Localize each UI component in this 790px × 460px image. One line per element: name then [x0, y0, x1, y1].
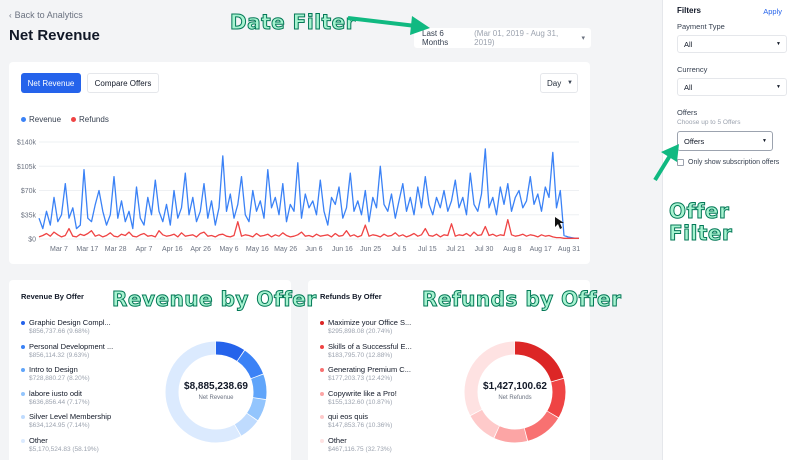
y-tick-label: $0	[28, 237, 36, 244]
filters-sidebar: Filters Apply Payment Type All ▼ Currenc…	[653, 0, 790, 460]
currency-value: All	[684, 82, 693, 92]
page-title: Net Revenue	[9, 27, 100, 44]
x-tick-label: Apr 26	[190, 246, 211, 253]
subscription-only-label: Only show subscription offers	[688, 159, 780, 166]
revenue-total: $8,885,238.69	[184, 381, 248, 392]
refunds-total-label: Net Refunds	[498, 395, 532, 401]
series-line-revenue	[38, 148, 579, 239]
revenue-donut-center: $8,885,238.69 Net Revenue	[166, 381, 266, 401]
x-tick-label: Jul 21	[446, 246, 465, 253]
annotation-arrow-date	[347, 16, 430, 35]
x-tick-label: May 6	[219, 246, 238, 253]
revenue-chart-card: Net Revenue Compare Offers Day ▼ Revenue…	[9, 62, 590, 264]
x-tick-label: Aug 8	[503, 246, 521, 253]
x-tick-label: Jun 16	[332, 246, 353, 253]
x-tick-label: Jul 5	[392, 246, 407, 253]
x-tick-label: May 16	[246, 246, 269, 253]
y-tick-label: $105k	[17, 164, 37, 171]
currency-label: Currency	[677, 65, 708, 74]
revenue-total-label: Net Revenue	[198, 395, 234, 401]
payment-type-value: All	[684, 39, 693, 49]
payment-type-label: Payment Type	[677, 22, 725, 31]
offers-select[interactable]: Offers ▼	[677, 131, 773, 151]
annotation-refunds-by-offer: Refunds by Offer	[421, 287, 622, 312]
annotation-offer-filter-line1: Offer	[668, 199, 730, 223]
offers-hint: Choose up to 5 Offers	[677, 119, 741, 126]
offers-label: Offers	[677, 108, 698, 117]
x-tick-label: Jun 6	[305, 246, 322, 253]
y-tick-label: $35k	[21, 212, 37, 219]
annotation-offer-filter: Offer Filter	[668, 199, 733, 245]
caret-down-icon: ▼	[776, 84, 781, 90]
date-filter-dropdown[interactable]: Last 6 Months (Mar 01, 2019 - Aug 31, 20…	[414, 28, 591, 48]
caret-down-icon: ▼	[776, 41, 781, 47]
filters-heading: Filters	[677, 6, 702, 15]
chevron-down-icon: ▾	[581, 35, 585, 42]
series-line-refunds	[38, 218, 579, 239]
annotation-offer-filter-line2: Filter	[668, 221, 733, 245]
currency-select[interactable]: All ▼	[677, 78, 787, 96]
caret-down-icon: ▼	[762, 138, 767, 144]
x-tick-label: Mar 7	[50, 246, 68, 253]
revenue-line-chart: $0 $35k $70k $105k $140k Mar 7 Mar 17 Mar 28 Apr…	[17, 140, 580, 254]
subscription-only-checkbox[interactable]: Only show subscription offers	[677, 159, 779, 166]
apply-button[interactable]: Apply	[763, 7, 782, 16]
back-link-label: Back to Analytics	[14, 10, 83, 20]
x-tick-label: Mar 28	[105, 246, 127, 253]
x-tick-label: Jul 15	[418, 246, 437, 253]
payment-type-select[interactable]: All ▼	[677, 35, 787, 53]
y-tick-label: $140k	[17, 140, 37, 147]
annotation-date-filter: Date Filter	[229, 10, 357, 35]
annotation-revenue-by-offer: Revenue by Offer	[112, 287, 317, 312]
back-link[interactable]: ‹ Back to Analytics	[9, 10, 83, 20]
annotation-arrow-offer	[653, 144, 679, 182]
y-tick-label: $70k	[21, 188, 37, 195]
refunds-total: $1,427,100.62	[483, 381, 547, 392]
date-filter-range: (Mar 01, 2019 - Aug 31, 2019)	[474, 29, 559, 47]
x-tick-label: Jun 25	[360, 246, 381, 253]
x-tick-label: Apr 16	[162, 246, 183, 253]
x-tick-label: Aug 31	[558, 246, 580, 253]
chevron-left-icon: ‹	[9, 10, 12, 20]
refunds-donut-center: $1,427,100.62 Net Refunds	[465, 381, 565, 401]
main-content: ‹ Back to Analytics Net Revenue Last 6 M…	[0, 0, 662, 460]
x-tick-label: Apr 7	[136, 246, 153, 253]
x-tick-label: Jul 30	[475, 246, 494, 253]
x-tick-label: Mar 17	[76, 246, 98, 253]
x-tick-label: May 26	[274, 246, 297, 253]
x-tick-label: Aug 17	[530, 246, 552, 253]
